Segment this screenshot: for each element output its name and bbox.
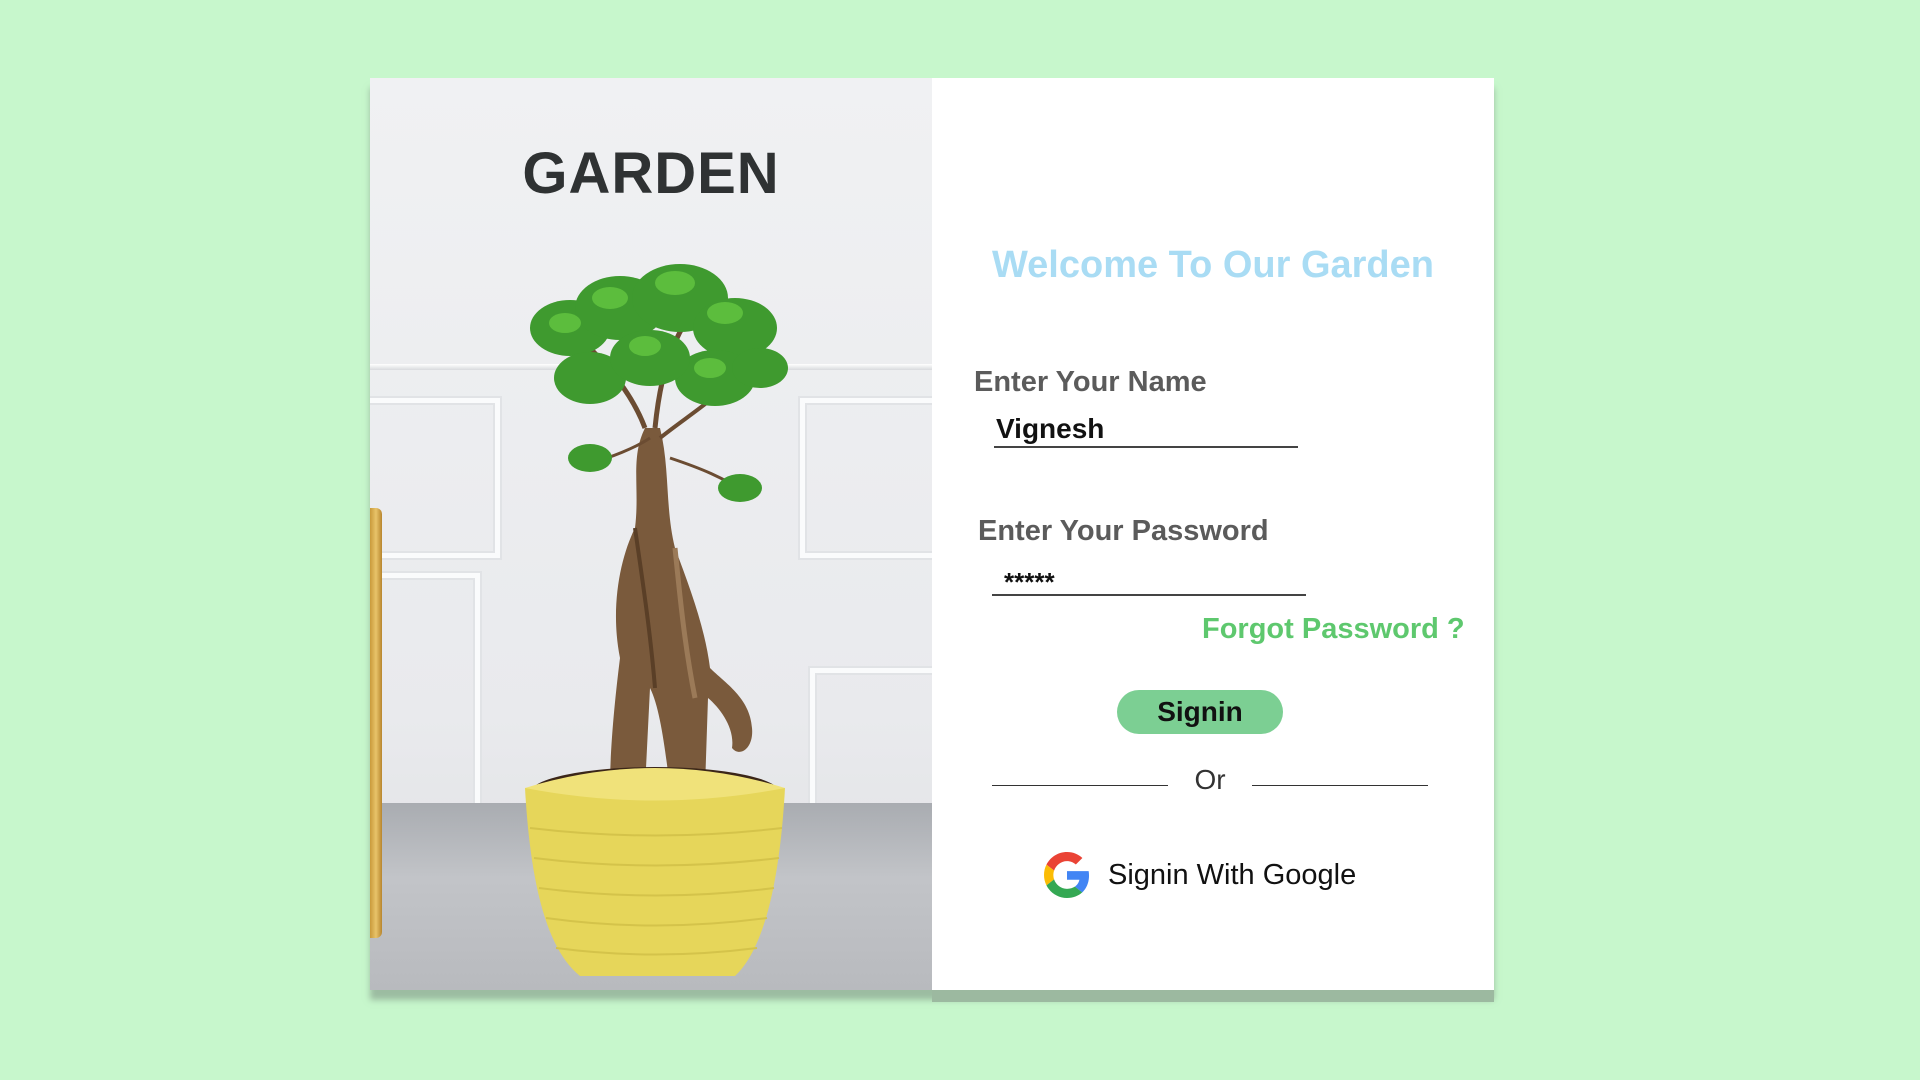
- login-card: GARDEN Welcome To Our Garden Enter Your …: [370, 78, 1494, 1002]
- wall-molding-lower-left: [370, 573, 480, 813]
- google-signin-label: Signin With Google: [1108, 858, 1357, 891]
- bonsai-plant-image: [525, 264, 788, 976]
- wall-molding-lower-right: [810, 668, 932, 818]
- or-divider-text: Or: [1194, 764, 1226, 795]
- password-label: Enter Your Password: [978, 515, 1269, 547]
- google-signin-button[interactable]: Signin With Google: [1044, 850, 1356, 900]
- signin-button[interactable]: Signin: [1117, 690, 1283, 734]
- garden-title: GARDEN: [522, 141, 780, 206]
- google-logo-icon: [1044, 852, 1090, 898]
- brass-decor: [370, 508, 382, 938]
- or-divider-right: [1252, 785, 1428, 786]
- plant-image-panel: GARDEN: [370, 78, 932, 990]
- or-divider-left: [992, 785, 1168, 786]
- welcome-heading: Welcome To Our Garden: [991, 244, 1434, 286]
- forgot-password-link[interactable]: Forgot Password ?: [1202, 613, 1465, 646]
- name-label: Enter Your Name: [974, 366, 1207, 398]
- wall-molding-right: [800, 398, 932, 558]
- password-input[interactable]: *****: [992, 562, 1306, 597]
- name-input[interactable]: [994, 412, 1298, 448]
- login-form-panel: Welcome To Our Garden Enter Your Name En…: [932, 78, 1494, 990]
- card-bottom-bar: [932, 990, 1494, 1002]
